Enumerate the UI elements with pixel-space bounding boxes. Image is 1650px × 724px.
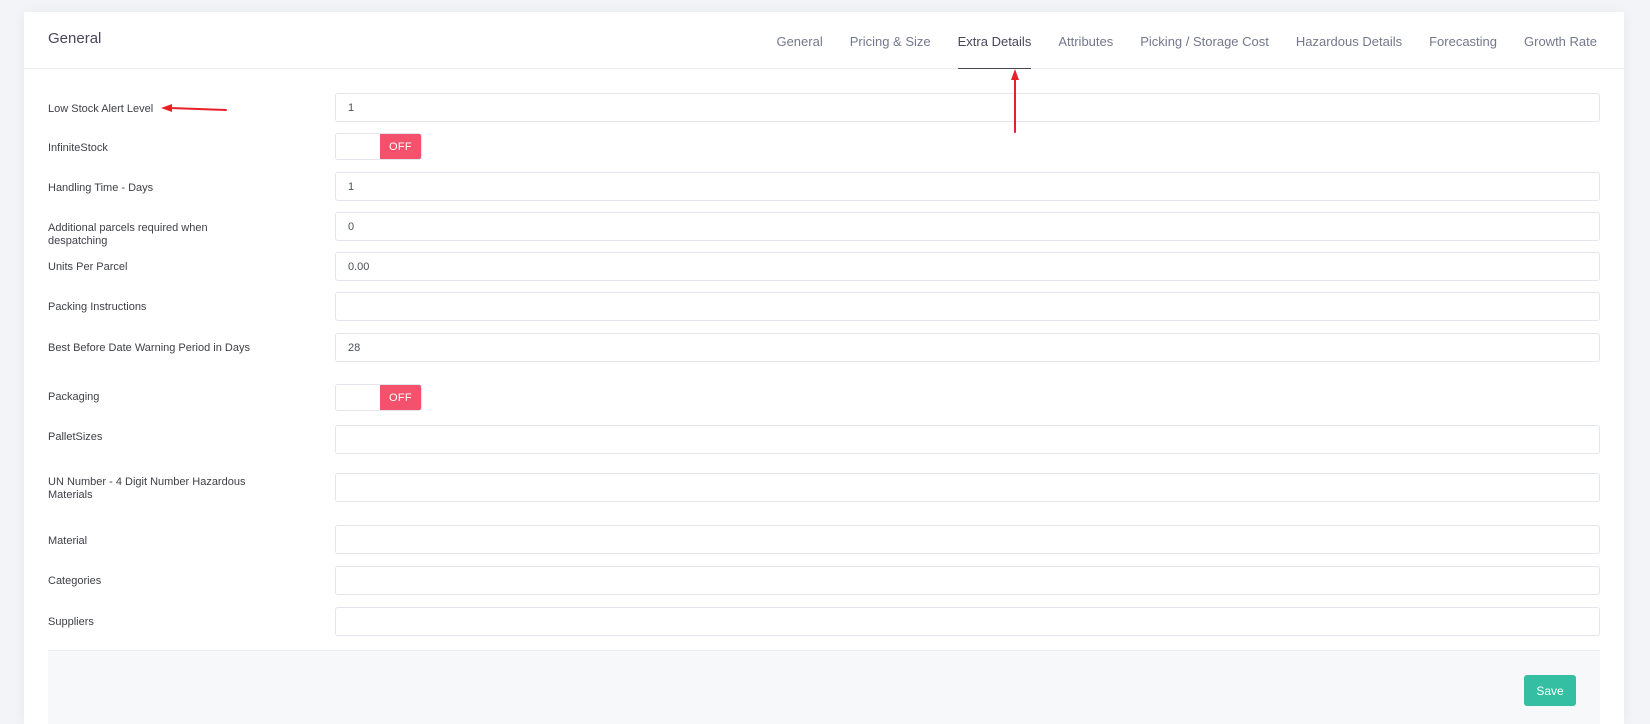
- units-per-parcel-input[interactable]: [335, 252, 1600, 281]
- tab-attributes[interactable]: Attributes: [1058, 12, 1113, 68]
- handling-time-label: Handling Time - Days: [48, 182, 154, 194]
- form-footer: Save: [48, 650, 1600, 724]
- packaging-toggle[interactable]: OFF: [335, 384, 422, 411]
- material-input[interactable]: [335, 525, 1600, 554]
- best-before-label: Best Before Date Warning Period in Days: [48, 342, 250, 354]
- suppliers-label: Suppliers: [48, 616, 94, 628]
- pallet-sizes-input[interactable]: [335, 425, 1600, 454]
- tab-extra-details[interactable]: Extra Details: [957, 12, 1031, 69]
- tab-hazardous-details[interactable]: Hazardous Details: [1296, 12, 1402, 68]
- tab-bar: General Pricing & Size Extra Details Att…: [776, 12, 1597, 69]
- packing-instructions-input[interactable]: [335, 292, 1600, 321]
- pallet-sizes-label: PalletSizes: [48, 431, 103, 443]
- un-number-input[interactable]: [335, 473, 1600, 502]
- packing-instructions-label: Packing Instructions: [48, 301, 147, 313]
- save-button[interactable]: Save: [1524, 675, 1576, 706]
- infinite-stock-toggle[interactable]: OFF: [335, 133, 422, 160]
- product-edit-panel: General General Pricing & Size Extra Det…: [24, 12, 1624, 724]
- panel-header: General General Pricing & Size Extra Det…: [24, 12, 1624, 69]
- material-label: Material: [48, 535, 88, 547]
- toggle-off-label: OFF: [380, 134, 421, 159]
- toggle-off-label: OFF: [380, 385, 421, 410]
- tab-forecasting[interactable]: Forecasting: [1429, 12, 1497, 68]
- tab-picking-storage-cost[interactable]: Picking / Storage Cost: [1140, 12, 1269, 68]
- low-stock-label: Low Stock Alert Level: [48, 103, 154, 115]
- categories-label: Categories: [48, 575, 102, 587]
- packaging-label: Packaging: [48, 391, 100, 403]
- tab-general[interactable]: General: [776, 12, 822, 68]
- tab-pricing-size[interactable]: Pricing & Size: [850, 12, 931, 68]
- tab-growth-rate[interactable]: Growth Rate: [1524, 12, 1597, 68]
- un-number-label: UN Number - 4 Digit Number Hazardous Mat…: [48, 476, 246, 501]
- toggle-handle: [336, 385, 380, 410]
- toggle-handle: [336, 134, 380, 159]
- categories-input[interactable]: [335, 566, 1600, 595]
- additional-parcels-input[interactable]: [335, 212, 1600, 241]
- units-per-parcel-label: Units Per Parcel: [48, 261, 128, 273]
- handling-time-input[interactable]: [335, 172, 1600, 201]
- infinite-stock-label: InfiniteStock: [48, 142, 108, 154]
- best-before-input[interactable]: [335, 333, 1600, 362]
- panel-title: General: [48, 30, 102, 47]
- additional-parcels-label: Additional parcels required when despatc…: [48, 222, 208, 247]
- suppliers-input[interactable]: [335, 607, 1600, 636]
- low-stock-input[interactable]: [335, 93, 1600, 122]
